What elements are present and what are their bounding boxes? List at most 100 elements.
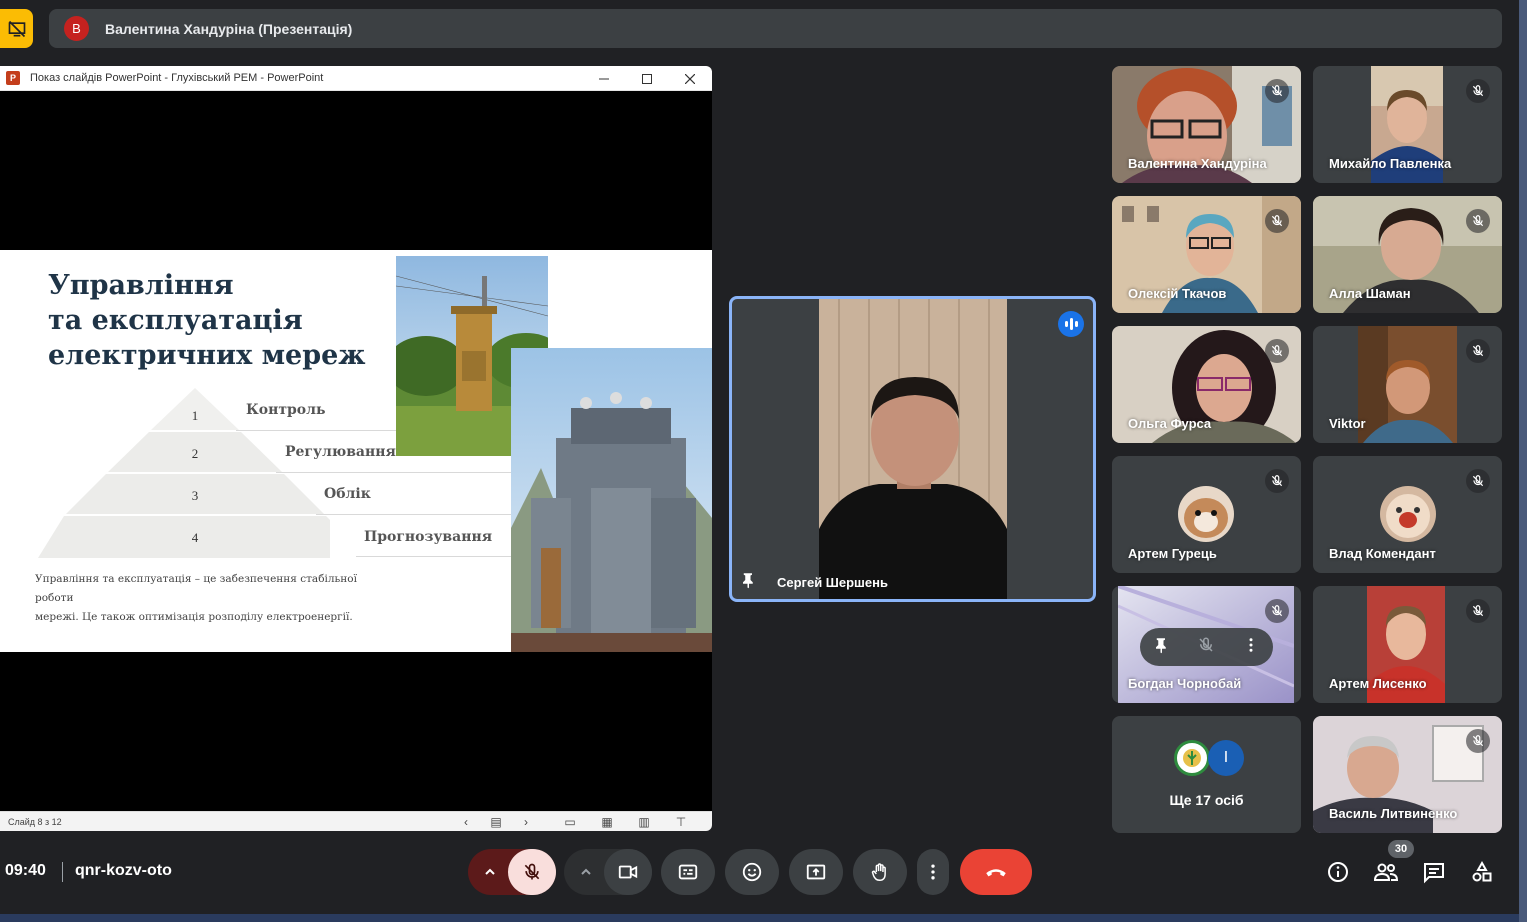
slideshow-view-icon[interactable]: ⊤ [672, 814, 690, 830]
participant-tile[interactable]: Богдан Чорнобай [1112, 586, 1301, 703]
slide-counter: Слайд 8 з 12 [8, 816, 62, 827]
pyramid-level-number: 3 [191, 488, 199, 503]
speaking-indicator-icon [1058, 311, 1084, 337]
participant-tile[interactable]: Олексій Ткачов [1112, 196, 1301, 313]
presenter-avatar: В [64, 16, 89, 41]
participant-tile[interactable]: Василь Литвиненко [1313, 716, 1502, 833]
participant-tile[interactable]: Ольга Фурса [1112, 326, 1301, 443]
mic-off-icon [1466, 339, 1490, 363]
activities-button[interactable] [1466, 856, 1498, 888]
participant-name: Алла Шаман [1329, 286, 1411, 301]
participant-name: Viktor [1329, 416, 1366, 431]
participant-tile[interactable]: Михайло Павленка [1313, 66, 1502, 183]
camera-button[interactable] [604, 849, 652, 895]
present-screen-button[interactable] [789, 849, 843, 895]
desktop-background-strip [0, 914, 1527, 922]
normal-view-icon[interactable]: ▭ [561, 814, 579, 830]
window-titlebar[interactable]: P Показ слайдів PowerPoint - Глухівський… [0, 66, 712, 91]
pyramid-level-label: Прогнозування [364, 529, 493, 545]
participant-name: Богдан Чорнобай [1128, 676, 1242, 691]
pin-icon[interactable] [740, 571, 760, 591]
captions-button[interactable] [661, 849, 715, 895]
participant-avatar: І [1208, 740, 1244, 776]
mic-off-icon [524, 863, 540, 880]
pyramid-level-number: 2 [191, 446, 199, 461]
pyramid-level-label: Контроль [246, 402, 326, 418]
mic-off-button[interactable] [508, 849, 556, 895]
active-speaker-tile[interactable]: Сергей Шершень [729, 296, 1096, 602]
window-title: Показ слайдів PowerPoint - Глухівський Р… [30, 72, 324, 84]
minimize-icon[interactable] [582, 66, 625, 91]
raise-hand-icon [871, 863, 886, 881]
slide-description-line: Управління та експлуатація – це забезпеч… [35, 573, 357, 604]
desktop-background-edge [1519, 0, 1527, 922]
participant-video [1358, 326, 1457, 443]
more-participants-tile[interactable]: І Ще 17 осіб [1112, 716, 1301, 833]
end-call-button[interactable] [960, 849, 1032, 895]
microphone-control [468, 849, 556, 895]
pin-icon[interactable] [1153, 636, 1171, 659]
participant-avatar [1178, 486, 1234, 542]
chat-icon [1424, 863, 1444, 884]
meeting-info-button[interactable] [1322, 856, 1354, 888]
participant-tile[interactable]: Артем Гурець [1112, 456, 1301, 573]
pyramid-level-label: Облік [324, 486, 371, 502]
emoji-button[interactable] [725, 849, 779, 895]
footer-divider [62, 862, 63, 882]
info-icon [1328, 862, 1348, 882]
people-icon [1373, 863, 1399, 881]
presenting-icon[interactable] [0, 9, 33, 48]
next-slide-icon[interactable]: › [517, 814, 535, 830]
participant-avatar [1380, 486, 1436, 542]
tile-hover-controls [1140, 628, 1273, 666]
mic-off-icon [1466, 599, 1490, 623]
slide: Управління та експлуатація електричних м… [0, 250, 712, 652]
participant-name: Василь Литвиненко [1329, 806, 1458, 821]
raise-hand-button[interactable] [853, 849, 907, 895]
pyramid-level-number: 1 [191, 408, 199, 423]
slide-title-line: та експлуатація [48, 305, 303, 336]
previous-slide-icon[interactable]: ‹ [457, 814, 475, 830]
mic-off-icon [1265, 339, 1289, 363]
people-button[interactable] [1370, 856, 1402, 888]
participant-name: Ольга Фурса [1128, 416, 1212, 431]
mic-off-icon [1466, 79, 1490, 103]
more-options-icon[interactable] [1242, 636, 1260, 659]
slide-notes-icon[interactable]: ▤ [487, 814, 505, 830]
pyramid-divider [316, 514, 511, 515]
pyramid-divider [356, 556, 511, 557]
participant-tile[interactable]: Влад Комендант [1313, 456, 1502, 573]
pyramid-divider [276, 472, 511, 473]
participant-tile[interactable]: Артем Лисенко [1313, 586, 1502, 703]
participant-tile[interactable]: Алла Шаман [1313, 196, 1502, 313]
slideshow-statusbar: Слайд 8 з 12 ‹ ▤ › ▭ ▦ ▥ ⊤ [0, 811, 712, 831]
mic-options-chevron-icon[interactable] [468, 849, 512, 895]
pyramid-level-number: 4 [191, 530, 199, 545]
reading-view-icon[interactable]: ▥ [635, 814, 653, 830]
activities-icon [1472, 860, 1492, 882]
presenter-bar: В Валентина Хандуріна (Презентація) [49, 9, 1502, 48]
more-participants-label: Ще 17 осіб [1169, 792, 1244, 808]
slide-sorter-icon[interactable]: ▦ [598, 814, 616, 830]
camera-options-chevron-icon[interactable] [564, 849, 608, 895]
close-icon[interactable] [668, 66, 711, 91]
slide-description-line: мережі. Це також оптимізація розподілу е… [35, 611, 353, 623]
present-screen-icon [806, 864, 826, 880]
mic-off-icon [1466, 729, 1490, 753]
emoji-icon [742, 862, 762, 882]
mic-off-icon [1466, 209, 1490, 233]
chat-button[interactable] [1418, 856, 1450, 888]
powerpoint-icon: P [6, 71, 20, 85]
mic-off-icon [1265, 469, 1289, 493]
participant-name: Михайло Павленка [1329, 156, 1452, 171]
mic-off-icon[interactable] [1197, 636, 1215, 659]
maximize-icon[interactable] [625, 66, 668, 91]
participant-name: Артем Гурець [1128, 546, 1217, 561]
mic-off-icon [1265, 209, 1289, 233]
participant-name: Артем Лисенко [1329, 676, 1427, 691]
end-call-icon [986, 869, 1006, 877]
participant-tile[interactable]: Валентина Хандуріна [1112, 66, 1301, 183]
more-options-button[interactable] [917, 849, 949, 895]
participant-tile[interactable]: Viktor [1313, 326, 1502, 443]
pyramid-level-label: Регулювання [285, 444, 396, 460]
